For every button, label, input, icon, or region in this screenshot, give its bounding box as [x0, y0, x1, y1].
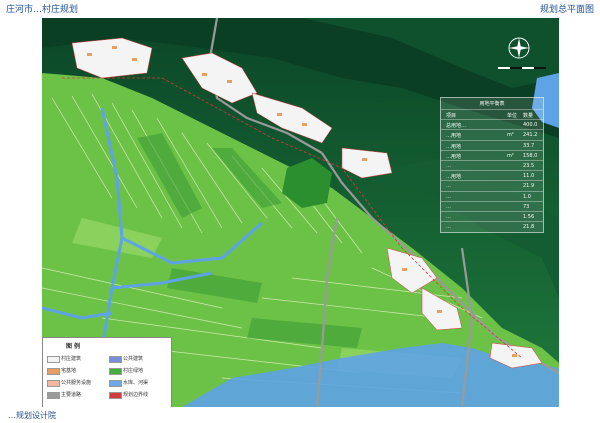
land-use-cell: 1.56 [523, 214, 535, 220]
land-use-cell: …用地 [446, 174, 462, 181]
land-use-cell: m² [507, 132, 514, 139]
legend-swatch [47, 368, 60, 375]
land-use-cell: 21.8 [523, 224, 535, 231]
legend-label: 公共服务设施 [61, 380, 92, 386]
land-use-cell: 158.0 [523, 152, 538, 159]
bottom-title-bar: …规划设计院 [0, 407, 600, 423]
land-use-table-title: 用地平衡表 [479, 101, 505, 107]
legend-label: 主要道路 [61, 392, 82, 398]
map-title: 庄河市…村庄规划 [6, 5, 79, 15]
legend-swatch [109, 392, 122, 399]
land-use-cell: … [446, 214, 451, 220]
land-use-cell: …用地 [446, 153, 462, 160]
legend-swatch [109, 380, 122, 387]
land-use-cell: 单位 [507, 113, 518, 119]
land-use-cell: 项目 [446, 113, 457, 119]
legend-title: 图 例 [65, 343, 81, 350]
land-use-cell: 21.9 [523, 183, 535, 190]
map-subtitle: 规划总平面图 [539, 5, 594, 15]
land-use-row: … 21.8 [441, 221, 543, 233]
north-arrow-icon [508, 37, 530, 59]
legend-label: 水库、河渠 [123, 380, 149, 386]
land-use-cell: 11.0 [523, 173, 535, 180]
legend-swatch [109, 368, 122, 375]
land-use-cell: …用地 [446, 133, 462, 140]
land-use-cell: …用地 [446, 143, 462, 150]
land-use-cell: m² [507, 152, 514, 159]
legend-swatch [47, 392, 60, 399]
land-use-cell: … [446, 203, 451, 210]
land-use-cell: … [446, 193, 451, 200]
land-use-cell: 总用地… [446, 123, 467, 130]
scale-bar [498, 67, 546, 69]
land-use-cell: 33.7 [523, 142, 535, 149]
land-use-cell: 数量 [523, 113, 534, 119]
design-institute: …规划设计院 [8, 411, 56, 420]
legend-label: 村庄建筑 [61, 356, 82, 362]
legend-swatch [109, 356, 122, 363]
legend-label: 村庄绿地 [123, 368, 144, 374]
land-use-cell: 400.0 [523, 122, 538, 129]
legend-swatch [47, 380, 60, 387]
land-use-cell: 241.2 [523, 132, 538, 139]
legend-label: 公共建筑 [123, 356, 144, 362]
legend-label: 宅基地 [61, 368, 77, 374]
legend-label: 规划边界线 [123, 392, 149, 398]
legend-swatch [47, 356, 60, 363]
land-use-cell: 1.0 [523, 193, 531, 200]
land-use-table: 用地平衡表 项目 单位 数量总用地… 400.0 …用地 m² 241.2 …用地 33.7 …用… [440, 97, 544, 233]
land-use-cell: 23.5 [523, 163, 535, 169]
land-use-cell: … [446, 183, 451, 190]
land-use-cell: 73 [523, 203, 530, 210]
top-title-bar: 庄河市…村庄规划 规划总平面图 [0, 0, 600, 15]
land-use-cell: … [446, 224, 451, 231]
land-use-cell: … [446, 163, 451, 169]
legend-panel: 图 例 村庄建筑 公共建筑宅基地 村庄绿地公共服务设施 水库、河渠主要道路 规划边界线 [42, 337, 172, 409]
